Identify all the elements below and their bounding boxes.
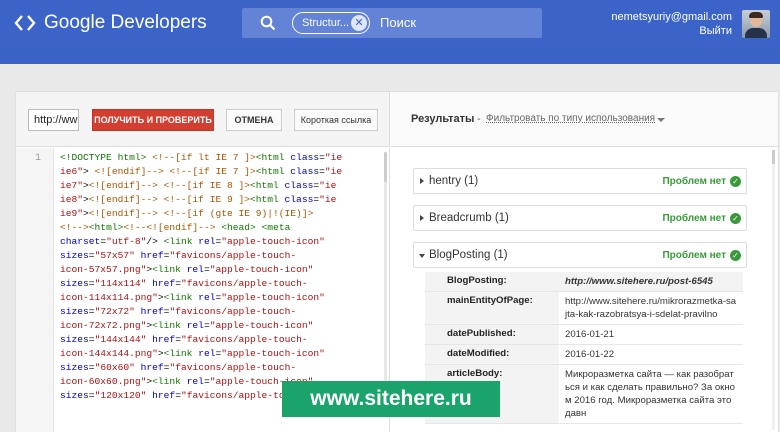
property-value-link[interactable]: http://www.sitehere.ru/post-6545 bbox=[559, 272, 743, 291]
avatar[interactable] bbox=[742, 10, 770, 38]
results-separator: - bbox=[477, 113, 481, 125]
header-band bbox=[0, 48, 780, 64]
caret-right-icon[interactable] bbox=[420, 178, 424, 184]
result-item-hentry[interactable]: hentry (1) Проблем нет ✓ bbox=[413, 168, 747, 194]
search-icon[interactable] bbox=[260, 15, 276, 31]
results-scrollbar[interactable] bbox=[772, 150, 775, 430]
user-info: nemetsyuriy@gmail.com Выйти bbox=[611, 10, 732, 38]
code-brackets-icon bbox=[14, 12, 36, 34]
top-app-bar: Google Developers Structur... ✕ Поиск ne… bbox=[0, 0, 780, 48]
google-developers-logo[interactable]: Google Developers bbox=[14, 12, 207, 34]
line-gutter: 1 bbox=[16, 148, 54, 432]
property-row: datePublished: 2016-01-21 bbox=[425, 325, 743, 345]
line-number: 1 bbox=[34, 153, 41, 164]
result-item-blogposting[interactable]: BlogPosting (1) Проблем нет ✓ bbox=[413, 242, 747, 268]
results-toolbar: Результаты - Фильтровать по типу использ… bbox=[391, 92, 778, 147]
url-input[interactable] bbox=[28, 109, 79, 131]
chevron-down-icon[interactable] bbox=[657, 118, 665, 122]
input-toolbar: ПОЛУЧИТЬ И ПРОВЕРИТЬ ОТМЕНА Короткая ссы… bbox=[16, 92, 390, 147]
caret-right-icon[interactable] bbox=[420, 215, 424, 221]
result-item-breadcrumb[interactable]: Breadcrumb (1) Проблем нет ✓ bbox=[413, 205, 747, 231]
property-row: BlogPosting: http://www.sitehere.ru/post… bbox=[425, 272, 743, 292]
result-item-name: hentry (1) bbox=[429, 175, 479, 187]
property-key: dateModified: bbox=[425, 345, 559, 364]
results-title: Результаты bbox=[411, 113, 475, 125]
search-input[interactable]: Поиск bbox=[380, 15, 416, 30]
property-value: http://www.sitehere.ru/mikrorazmetka-saj… bbox=[559, 292, 743, 324]
check-circle-icon: ✓ bbox=[730, 213, 741, 224]
code-scrollbar[interactable] bbox=[384, 152, 387, 414]
property-value: Микроразметка сайта — как разобраться и … bbox=[559, 365, 743, 423]
search-box[interactable]: Structur... ✕ Поиск bbox=[242, 8, 542, 38]
result-item-name: BlogPosting (1) bbox=[429, 249, 508, 261]
caret-down-icon[interactable] bbox=[419, 254, 425, 258]
status-badge: Проблем нет bbox=[662, 176, 726, 187]
property-row: mainEntityOfPage: http://www.sitehere.ru… bbox=[425, 292, 743, 325]
watermark-banner: www.sitehere.ru bbox=[282, 381, 500, 417]
short-link-button[interactable]: Короткая ссылка bbox=[294, 109, 378, 131]
property-value: 2016-01-21 bbox=[559, 325, 743, 344]
cancel-button[interactable]: ОТМЕНА bbox=[226, 109, 282, 131]
user-email: nemetsyuriy@gmail.com bbox=[611, 11, 732, 23]
fetch-and-validate-button[interactable]: ПОЛУЧИТЬ И ПРОВЕРИТЬ bbox=[92, 109, 214, 131]
result-item-name: Breadcrumb (1) bbox=[429, 212, 509, 224]
source-code[interactable]: <!DOCTYPE html> <!--[if lt IE 7 ]><html … bbox=[60, 151, 342, 403]
logout-link[interactable]: Выйти bbox=[611, 24, 732, 38]
filter-by-usage-dropdown[interactable]: Фильтровать по типу использования bbox=[486, 113, 655, 124]
property-key: datePublished: bbox=[425, 325, 559, 344]
logo-text: Google Developers bbox=[44, 12, 207, 33]
status-badge: Проблем нет bbox=[662, 213, 726, 224]
search-chip-label: Structur... bbox=[302, 17, 350, 29]
property-value: 2016-01-22 bbox=[559, 345, 743, 364]
check-circle-icon: ✓ bbox=[730, 176, 741, 187]
property-key: mainEntityOfPage: bbox=[425, 292, 559, 324]
property-key: BlogPosting: bbox=[425, 272, 559, 291]
search-chip[interactable]: Structur... ✕ bbox=[292, 12, 370, 34]
property-row: dateModified: 2016-01-22 bbox=[425, 345, 743, 365]
close-icon[interactable]: ✕ bbox=[351, 15, 367, 31]
check-circle-icon: ✓ bbox=[730, 250, 741, 261]
status-badge: Проблем нет bbox=[662, 250, 726, 261]
